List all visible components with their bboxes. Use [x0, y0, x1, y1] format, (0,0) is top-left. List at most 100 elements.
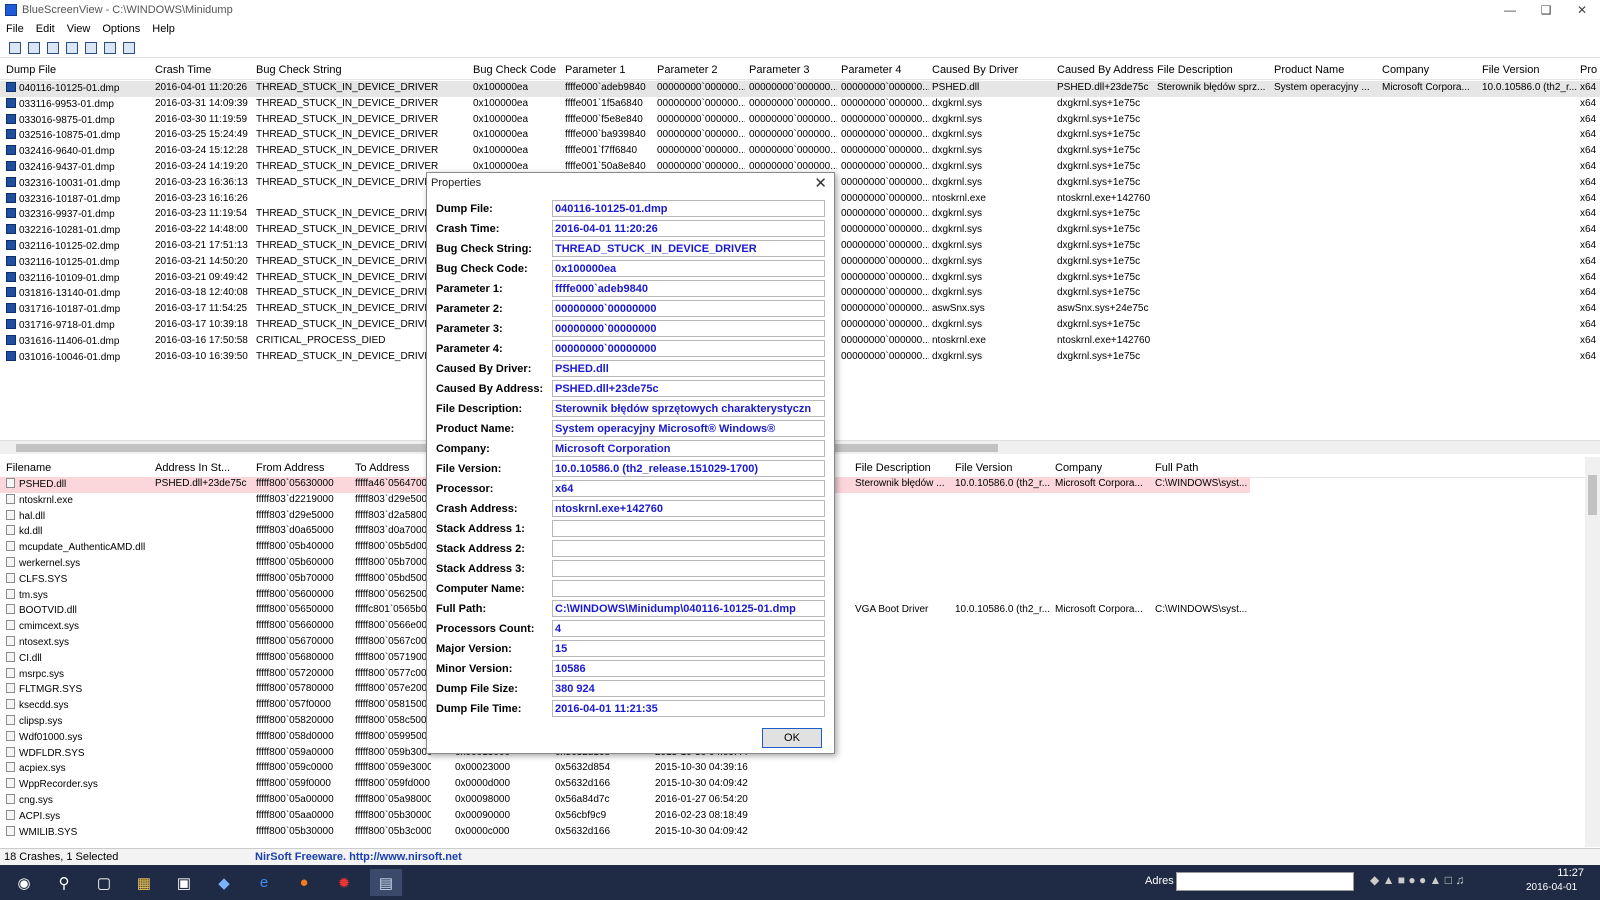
column-header[interactable]: File Description	[1157, 64, 1233, 76]
cell-text: THREAD_STUCK_IN_DEVICE_DRIVER	[256, 318, 439, 330]
find-toolbar-button[interactable]	[102, 40, 118, 56]
table-row[interactable]: cng.sys fffff800`05a00000 fffff800`05a9800…	[0, 793, 1585, 809]
dialog-close-icon[interactable]: ✕	[814, 174, 827, 192]
column-header[interactable]: Crash Time	[155, 64, 211, 76]
property-value-field[interactable]: 4	[552, 620, 825, 637]
store-icon[interactable]: ▣	[168, 869, 200, 896]
address-input[interactable]	[1176, 872, 1354, 891]
search-icon[interactable]: ⚲	[48, 869, 80, 896]
column-header[interactable]: Caused By Address	[1057, 64, 1154, 76]
firefox-icon[interactable]: ●	[288, 869, 320, 896]
property-value-field[interactable]: Microsoft Corporation	[552, 440, 825, 457]
property-value-field[interactable]: Sterownik błędów sprzętowych charakterys…	[552, 400, 825, 417]
property-value-field[interactable]: 380 924	[552, 680, 825, 697]
cell-text: dxgkrnl.sys	[932, 113, 983, 125]
cell-text: 00000000`000000...	[749, 160, 837, 172]
column-header[interactable]: Parameter 2	[657, 64, 718, 76]
column-header[interactable]: Parameter 1	[565, 64, 626, 76]
column-header[interactable]: Product Name	[1274, 64, 1344, 76]
column-header[interactable]: Parameter 4	[841, 64, 902, 76]
property-value-field[interactable]: 0x100000ea	[552, 260, 825, 277]
vertical-scrollbar[interactable]	[1585, 457, 1600, 847]
maximize-button[interactable]: ❑	[1528, 0, 1564, 20]
property-value-field[interactable]	[552, 520, 825, 537]
property-value-field[interactable]: THREAD_STUCK_IN_DEVICE_DRIVER	[552, 240, 825, 257]
menu-edit[interactable]: Edit	[30, 23, 61, 35]
task-view-icon[interactable]: ▢	[88, 869, 120, 896]
minimize-button[interactable]: —	[1492, 0, 1528, 20]
table-row[interactable]: 032416-9640-01.dmp 2016-03-24 15:12:28 THR…	[0, 144, 1600, 160]
column-header[interactable]: File Version	[955, 462, 1012, 474]
menu-file[interactable]: File	[0, 23, 30, 35]
property-value-field[interactable]: 15	[552, 640, 825, 657]
table-cell: THREAD_STUCK_IN_DEVICE_DRIVER	[256, 161, 469, 172]
table-row[interactable]: acpiex.sys fffff800`059c0000 fffff800`059e…	[0, 761, 1585, 777]
edge-icon[interactable]: e	[248, 869, 280, 896]
column-header[interactable]: To Address	[355, 462, 409, 474]
property-value-field[interactable]: ffffe000`adeb9840	[552, 280, 825, 297]
property-value-field[interactable]	[552, 560, 825, 577]
column-header[interactable]: Pro	[1580, 64, 1597, 76]
table-row[interactable]: 033016-9875-01.dmp 2016-03-30 11:19:59 THR…	[0, 113, 1600, 129]
table-row[interactable]: ACPI.sys fffff800`05aa0000 fffff800`05b300…	[0, 809, 1585, 825]
property-value-field[interactable]: 00000000`00000000	[552, 340, 825, 357]
property-value-field[interactable]: 2016-04-01 11:21:35	[552, 700, 825, 717]
properties-toolbar-button[interactable]	[7, 40, 23, 56]
ok-button[interactable]: OK	[762, 728, 822, 748]
table-row[interactable]: 032516-10875-01.dmp 2016-03-25 15:24:49 TH…	[0, 128, 1600, 144]
column-header[interactable]: Caused By Driver	[932, 64, 1018, 76]
column-header[interactable]: Bug Check String	[256, 64, 342, 76]
property-value-field[interactable]	[552, 540, 825, 557]
app-icon[interactable]: ✹	[328, 869, 360, 896]
options-toolbar-button[interactable]	[83, 40, 99, 56]
file-explorer-icon[interactable]: ▦	[128, 869, 160, 896]
property-value-field[interactable]: PSHED.dll+23de75c	[552, 380, 825, 397]
column-header[interactable]: File Version	[1482, 64, 1539, 76]
property-value-field[interactable]: System operacyjny Microsoft® Windows®	[552, 420, 825, 437]
dump-file-icon	[6, 97, 16, 108]
cell-text: 0x100000ea	[473, 113, 529, 125]
table-cell: 031616-11406-01.dmp	[6, 334, 151, 347]
property-value-field[interactable]: ntoskrnl.exe+142760	[552, 500, 825, 517]
nirsoft-link[interactable]: NirSoft Freeware. http://www.nirsoft.net	[255, 851, 462, 863]
column-header[interactable]: Full Path	[1155, 462, 1198, 474]
column-header[interactable]: Company	[1055, 462, 1102, 474]
property-value-field[interactable]: C:\WINDOWS\Minidump\040116-10125-01.dmp	[552, 600, 825, 617]
bluescreenview-taskbar-icon[interactable]: ▤	[370, 869, 402, 896]
exit-toolbar-button[interactable]	[121, 40, 137, 56]
table-row[interactable]: 040116-10125-01.dmp 2016-04-01 11:20:26 TH…	[0, 81, 1600, 97]
menu-view[interactable]: View	[61, 23, 97, 35]
save-toolbar-button[interactable]	[26, 40, 42, 56]
column-header[interactable]: Dump File	[6, 64, 56, 76]
property-value-field[interactable]: 10.0.10586.0 (th2_release.151029-1700)	[552, 460, 825, 477]
column-header[interactable]: File Description	[855, 462, 931, 474]
property-value-field[interactable]: 00000000`00000000	[552, 300, 825, 317]
column-header[interactable]: Parameter 3	[749, 64, 810, 76]
close-button[interactable]: ✕	[1564, 0, 1600, 20]
column-header[interactable]: Bug Check Code	[473, 64, 556, 76]
table-row[interactable]: WMILIB.SYS fffff800`05b30000 fffff800`05b3…	[0, 825, 1585, 841]
cell-text: CLFS.SYS	[19, 573, 68, 585]
property-value-field[interactable]: 00000000`00000000	[552, 320, 825, 337]
column-header[interactable]: Company	[1382, 64, 1429, 76]
property-value-field[interactable]: PSHED.dll	[552, 360, 825, 377]
property-value-field[interactable]: 040116-10125-01.dmp	[552, 200, 825, 217]
menu-help[interactable]: Help	[146, 23, 181, 35]
app-icon[interactable]: ◆	[208, 869, 240, 896]
property-value-field[interactable]: 2016-04-01 11:20:26	[552, 220, 825, 237]
start-icon[interactable]: ◉	[8, 869, 40, 896]
column-header[interactable]: Address In St...	[155, 462, 230, 474]
table-row[interactable]: 033116-9953-01.dmp 2016-03-31 14:09:39 THR…	[0, 97, 1600, 113]
scroll-thumb[interactable]	[1588, 475, 1597, 515]
driver-file-icon	[6, 683, 15, 694]
copy-toolbar-button[interactable]	[64, 40, 80, 56]
property-value-field[interactable]: x64	[552, 480, 825, 497]
menu-options[interactable]: Options	[96, 23, 146, 35]
table-row[interactable]: WppRecorder.sys fffff800`059f0000 fffff800…	[0, 777, 1585, 793]
property-value-field[interactable]	[552, 580, 825, 597]
column-header[interactable]: From Address	[256, 462, 324, 474]
refresh-toolbar-button[interactable]	[45, 40, 61, 56]
property-label: Stack Address 2:	[436, 543, 525, 555]
column-header[interactable]: Filename	[6, 462, 51, 474]
property-value-field[interactable]: 10586	[552, 660, 825, 677]
